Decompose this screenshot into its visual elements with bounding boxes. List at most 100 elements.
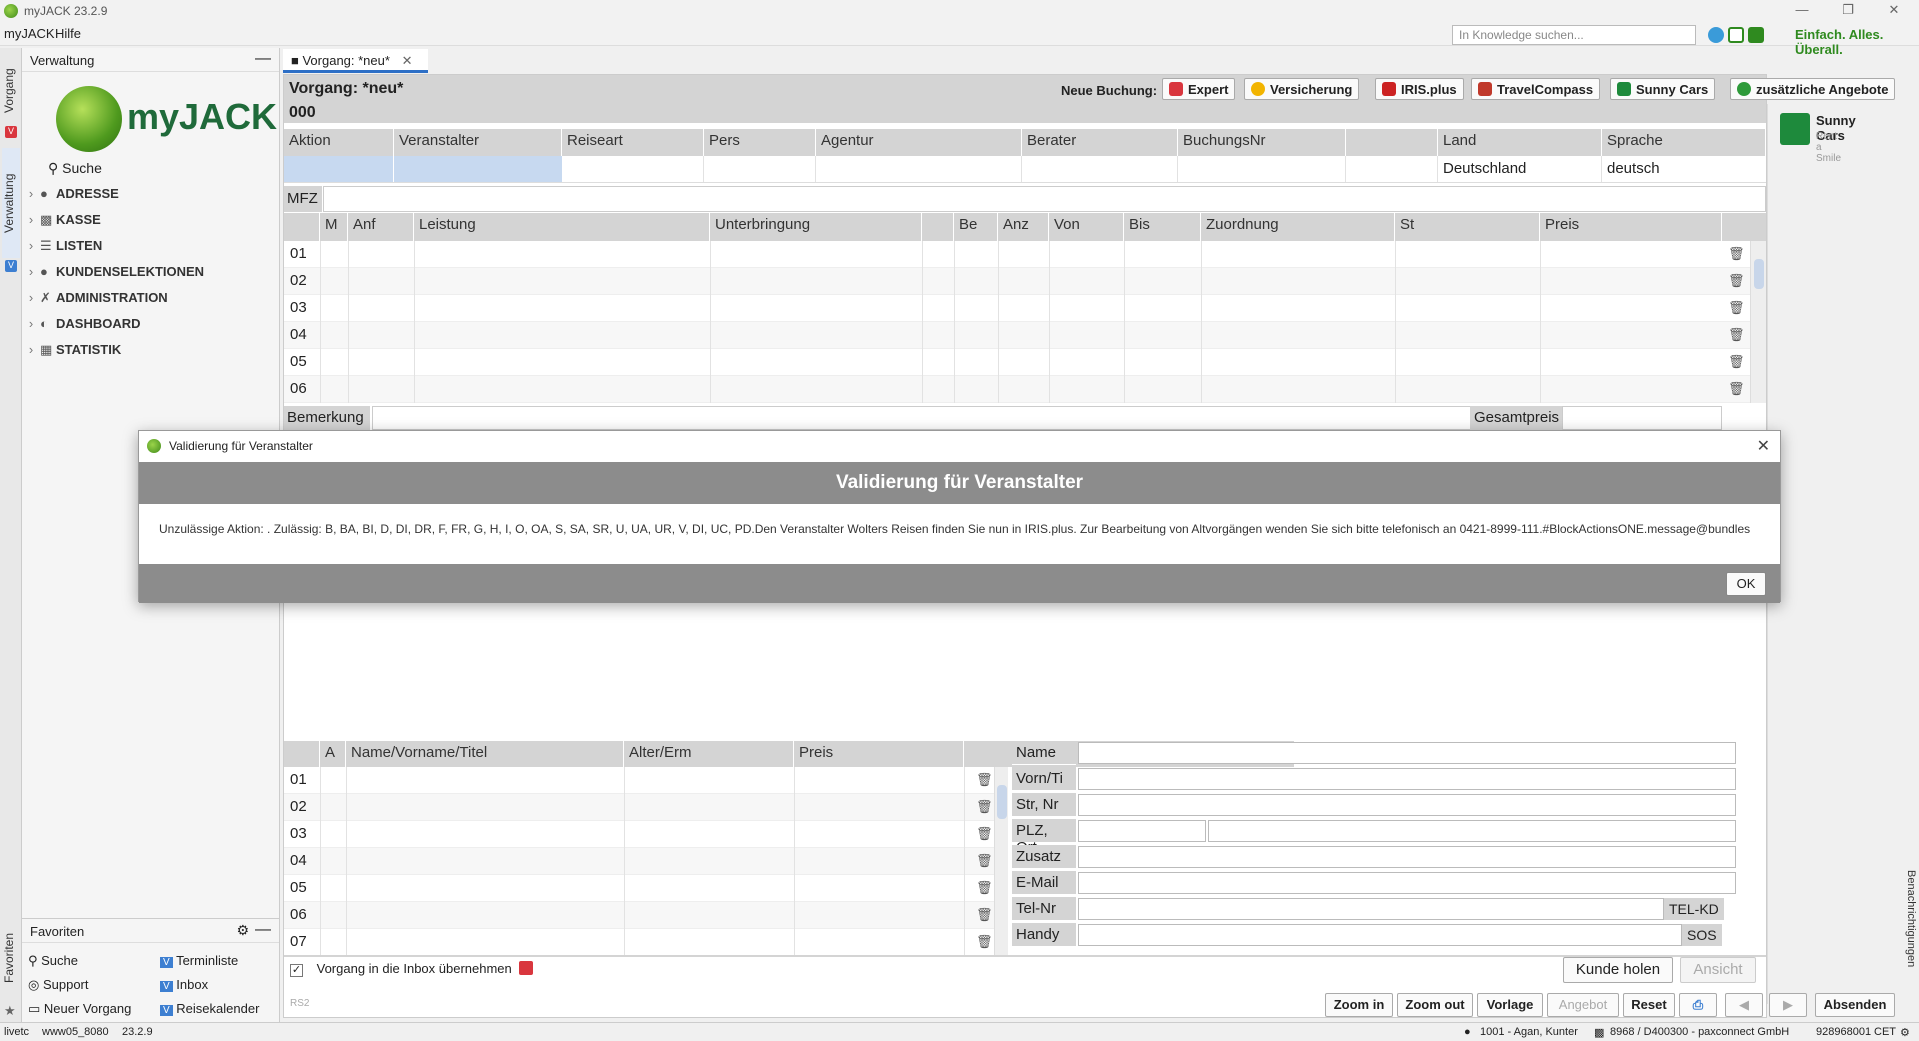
fav-neuer-vorgang[interactable]: ▭ Neuer Vorgang [28,1001,131,1017]
table-row[interactable]: 01 🗑 [284,767,994,794]
versicherung-button[interactable]: Versicherung [1244,78,1360,100]
trash-icon[interactable]: 🗑 [1728,300,1745,316]
telnr-input[interactable] [1078,898,1664,920]
prev-button[interactable]: ◀ [1725,993,1763,1017]
buchungsnr-input[interactable] [1178,156,1346,182]
trash-icon[interactable]: 🗑 [1728,327,1745,343]
gear-icon[interactable]: ⚙ [1900,1026,1910,1039]
zoom-in-button[interactable]: Zoom in [1325,993,1393,1017]
inbox-checkbox[interactable]: ✓ Vorgang in die Inbox übernehmen [290,961,534,977]
fav-support[interactable]: ◎ Support [28,977,89,993]
handy-input[interactable] [1078,924,1682,946]
expert-button[interactable]: Expert [1162,78,1236,100]
fav-reisekalender[interactable]: V Reisekalender [160,1001,259,1016]
window-icon[interactable] [1728,27,1744,43]
print-button[interactable]: ⎙ [1679,993,1717,1017]
sidebar-item-adresse[interactable]: › ● ADRESSE [22,186,119,201]
gear-icon[interactable]: ⚙ [236,922,249,939]
agentur-input[interactable] [816,156,1022,182]
berater-input[interactable] [1022,156,1178,182]
table-row[interactable]: 04 🗑 [284,848,994,875]
table-row[interactable]: 02 🗑 [284,268,1750,295]
sidebar-item-kasse[interactable]: › ▩ KASSE [22,212,101,228]
travelers-scrollbar[interactable] [994,767,1008,957]
menu-myjack[interactable]: myJACK [4,26,55,41]
aktion-input[interactable] [284,156,394,182]
strasse-input[interactable] [1078,794,1736,816]
zusaetzliche-angebote-button[interactable]: zusätzliche Angebote [1730,78,1896,100]
pers-input[interactable] [704,156,816,182]
vtab-favoriten[interactable]: Favoriten [2,918,20,998]
plz-input[interactable] [1078,820,1206,842]
zusatz-input[interactable] [1078,846,1736,868]
blank-input[interactable] [1346,156,1438,182]
refresh-icon[interactable] [1708,27,1724,43]
sidebar-item-listen[interactable]: › ☰ LISTEN [22,238,102,254]
sidebar-search[interactable]: ⚲ Suche [48,160,102,177]
table-row[interactable]: 03 🗑 [284,295,1750,322]
table-row[interactable]: 04 🗑 [284,322,1750,349]
table-row[interactable]: 06 🗑 [284,902,994,929]
trash-icon[interactable]: 🗑 [1728,246,1745,262]
trash-icon[interactable]: 🗑 [976,880,993,896]
close-tab-icon[interactable]: ✕ [402,53,413,68]
trash-icon[interactable]: 🗑 [976,907,993,923]
land-input[interactable]: Deutschland [1438,156,1602,182]
zoom-out-button[interactable]: Zoom out [1397,993,1473,1017]
trash-icon[interactable]: 🗑 [1728,354,1745,370]
sidebar-item-statistik[interactable]: › ▦ STATISTIK [22,342,121,358]
veranstalter-input[interactable] [394,156,562,182]
next-button[interactable]: ▶ [1769,993,1807,1017]
vtab-verwaltung[interactable]: Verwaltung [2,148,20,258]
iris-plus-button[interactable]: IRIS.plus [1375,78,1464,100]
travelcompass-button[interactable]: TravelCompass [1471,78,1601,100]
table-row[interactable]: 06 🗑 [284,376,1750,403]
notifications-tab[interactable]: Benachrichtigungen [1899,870,1917,1010]
name-input[interactable] [1078,742,1736,764]
checkbox-icon[interactable]: ✓ [290,964,303,977]
trash-icon[interactable]: 🗑 [976,934,993,950]
ansicht-button[interactable]: Ansicht [1680,957,1756,983]
reset-button[interactable]: Reset [1623,993,1675,1017]
fav-suche[interactable]: ⚲ Suche [28,953,78,969]
sidebar-item-dashboard[interactable]: › ◐ DASHBOARD [22,316,141,331]
vorname-input[interactable] [1078,768,1736,790]
restore-button[interactable]: ❐ [1828,2,1868,20]
minimize-button[interactable]: — [1782,2,1822,20]
table-row[interactable]: 03 🗑 [284,821,994,848]
collapse-icon[interactable]: — [255,921,271,939]
table-row[interactable]: 05 🗑 [284,349,1750,376]
collapse-icon[interactable]: — [255,50,271,68]
table-row[interactable]: 01 🗑 [284,241,1750,268]
vorlage-button[interactable]: Vorlage [1477,993,1543,1017]
table-row[interactable]: 07 🗑 [284,929,994,956]
menu-hilfe[interactable]: Hilfe [55,26,81,41]
angebot-button[interactable]: Angebot [1547,993,1619,1017]
fav-terminliste[interactable]: V Terminliste [160,953,238,968]
sidebar-item-administration[interactable]: › ✗ ADMINISTRATION [22,290,168,306]
reiseart-input[interactable] [562,156,704,182]
close-window-button[interactable]: ✕ [1874,2,1914,20]
sunny-cars-button[interactable]: Sunny Cars [1610,78,1716,100]
dialog-close-icon[interactable]: ✕ [1757,436,1770,456]
sprache-input[interactable]: deutsch [1602,156,1766,182]
trash-icon[interactable]: 🗑 [976,853,993,869]
absenden-button[interactable]: Absenden [1815,993,1895,1017]
bemerkung-input[interactable] [372,406,1552,430]
email-input[interactable] [1078,872,1736,894]
trash-icon[interactable]: 🗑 [976,826,993,842]
table-row[interactable]: 02 🗑 [284,794,994,821]
services-scrollbar[interactable] [1750,241,1766,403]
tab-vorgang[interactable]: ■ Vorgang: *neu* ✕ [283,49,428,73]
fav-inbox[interactable]: V Inbox [160,977,208,992]
trash-icon[interactable]: 🗑 [1728,381,1745,397]
kunde-holen-button[interactable]: Kunde holen [1563,957,1673,983]
ok-button[interactable]: OK [1726,572,1766,596]
scroll-thumb[interactable] [997,785,1007,819]
knowledge-search-input[interactable]: In Knowledge suchen... [1452,25,1696,45]
trash-icon[interactable]: 🗑 [976,799,993,815]
trash-icon[interactable]: 🗑 [1728,273,1745,289]
download-icon[interactable] [1748,27,1764,43]
sidebar-item-kundenselektionen[interactable]: › ● KUNDENSELEKTIONEN [22,264,204,279]
scroll-thumb[interactable] [1754,259,1764,289]
